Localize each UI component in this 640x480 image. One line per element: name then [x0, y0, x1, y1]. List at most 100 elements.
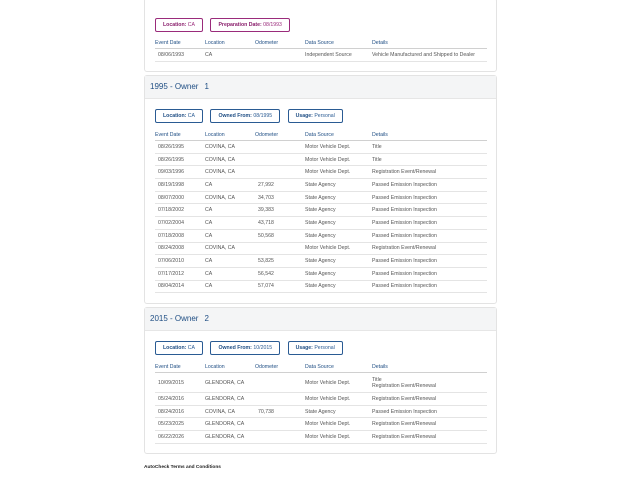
table-row: 08/19/1998 CA 27,992 State Agency Passed Emi… — [155, 178, 487, 192]
col-header-source: Data Source — [305, 129, 372, 141]
col-header-source: Data Source — [305, 361, 372, 373]
event-details: Vehicle Manufactured and Shipped to Deal… — [372, 48, 487, 62]
event-location: GLENDORA, CA — [205, 417, 255, 432]
owner-title: - Owner — [167, 82, 199, 91]
table-row: 08/07/2000 COVINA, CA 34,703 State Agency Pa… — [155, 191, 487, 205]
col-header-date: Event Date — [155, 37, 205, 49]
col-header-location: Location — [205, 37, 255, 49]
table-row: 10/09/2015 GLENDORA, CA Motor Vehicle Dept… — [155, 372, 487, 393]
event-detail: Passed Emission Inspection — [372, 219, 437, 226]
event-location: CA — [205, 229, 255, 243]
event-detail: Registration Event/Renewal — [372, 169, 437, 176]
owner-header: 1995 - Owner 1 — [145, 76, 496, 99]
col-header-odometer: Odometer — [255, 129, 305, 141]
event-date: 08/24/2016 — [155, 405, 205, 419]
event-detail: Passed Emission Inspection — [372, 232, 437, 239]
event-detail: Registration Event/Renewal — [372, 382, 437, 389]
event-details: Title Registration Event/Renewal — [372, 372, 487, 393]
event-detail: Registration Event/Renewal — [372, 395, 437, 402]
event-location: GLENDORA, CA — [205, 372, 255, 393]
event-date: 07/06/2010 — [155, 254, 205, 268]
event-detail: Vehicle Manufactured and Shipped to Deal… — [372, 51, 475, 58]
col-header-date: Event Date — [155, 361, 205, 373]
table-row: 08/26/1995 COVINA, CA Motor Vehicle Dept. T… — [155, 153, 487, 167]
event-location: COVINA, CA — [205, 165, 255, 180]
event-odometer: 56,542 — [255, 267, 305, 281]
col-header-details: Details — [372, 361, 487, 373]
event-details: Passed Emission Inspection — [372, 203, 487, 218]
event-detail: Passed Emission Inspection — [372, 408, 437, 415]
owner-header: 2015 - Owner 2 — [145, 308, 496, 331]
events-table: Event Date Location Odometer Data Source Det… — [155, 129, 487, 294]
event-date: 06/22/2026 — [155, 430, 205, 444]
table-row: 07/06/2010 CA 53,825 State Agency Passed Emi… — [155, 254, 487, 268]
event-details: Passed Emission Inspection — [372, 254, 487, 268]
event-source: Motor Vehicle Dept. — [305, 392, 372, 406]
owned-from-badge: Owned From: 10/2015 — [210, 341, 281, 355]
event-odometer: 39,383 — [255, 203, 305, 218]
event-odometer — [255, 392, 305, 406]
table-row: 07/02/2004 CA 43,718 State Agency Passed Emi… — [155, 216, 487, 230]
event-source: Motor Vehicle Dept. — [305, 430, 372, 444]
event-date: 09/03/1996 — [155, 165, 205, 180]
event-odometer — [255, 242, 305, 256]
event-date: 10/09/2015 — [155, 372, 205, 393]
event-source: Independent Source — [305, 48, 372, 62]
event-odometer — [255, 372, 305, 393]
owner-year: 1995 — [150, 82, 168, 91]
event-odometer: 57,074 — [255, 280, 305, 294]
event-odometer: 70,738 — [255, 405, 305, 419]
event-location: COVINA, CA — [205, 242, 255, 256]
event-detail: Passed Emission Inspection — [372, 283, 437, 290]
history-card-manufacture: Location: CA Preparation Date: 08/1993 E… — [144, 0, 497, 72]
events-table: Event Date Location Odometer Data Source Det… — [155, 37, 487, 62]
event-location: COVINA, CA — [205, 153, 255, 167]
owner-number: 1 — [204, 82, 209, 91]
event-source: State Agency — [305, 178, 372, 192]
event-details: Passed Emission Inspection — [372, 216, 487, 230]
usage-badge: Usage: Personal — [287, 109, 343, 123]
event-details: Passed Emission Inspection — [372, 191, 487, 205]
terms-link[interactable]: AutoCheck Terms and Conditions — [144, 465, 221, 470]
event-detail: Passed Emission Inspection — [372, 194, 437, 201]
event-detail: Registration Event/Renewal — [372, 421, 437, 428]
event-date: 07/17/2012 — [155, 267, 205, 281]
event-location: CA — [205, 203, 255, 218]
event-location: CA — [205, 254, 255, 268]
event-detail: Passed Emission Inspection — [372, 207, 437, 214]
event-location: CA — [205, 267, 255, 281]
event-location: CA — [205, 48, 255, 62]
event-source: State Agency — [305, 405, 372, 419]
event-date: 08/24/2008 — [155, 242, 205, 256]
col-header-date: Event Date — [155, 129, 205, 141]
event-details: Registration Event/Renewal — [372, 417, 487, 432]
event-location: CA — [205, 280, 255, 294]
preparation-date-badge: Preparation Date: 08/1993 — [210, 18, 290, 32]
table-row: 07/18/2002 CA 39,383 State Agency Passed Emi… — [155, 203, 487, 218]
event-details: Title — [372, 153, 487, 167]
event-date: 07/18/2002 — [155, 203, 205, 218]
event-location: GLENDORA, CA — [205, 430, 255, 444]
event-source: State Agency — [305, 191, 372, 205]
event-details: Registration Event/Renewal — [372, 430, 487, 444]
location-badge: Location: CA — [155, 341, 204, 355]
owner-number: 2 — [204, 314, 209, 323]
event-source: State Agency — [305, 229, 372, 243]
location-badge: Location: CA — [155, 18, 204, 32]
event-location: COVINA, CA — [205, 405, 255, 419]
event-location: COVINA, CA — [205, 140, 255, 154]
history-card-owner-1: 1995 - Owner 1 Location: CA Owned From: 0… — [144, 75, 497, 304]
event-odometer — [255, 153, 305, 167]
event-date: 05/23/2025 — [155, 417, 205, 432]
event-source: State Agency — [305, 203, 372, 218]
event-detail: Passed Emission Inspection — [372, 258, 437, 265]
event-odometer: 27,992 — [255, 178, 305, 192]
event-detail: Title — [372, 156, 382, 163]
event-source: Motor Vehicle Dept. — [305, 165, 372, 180]
event-odometer — [255, 140, 305, 154]
event-location: CA — [205, 178, 255, 192]
event-detail: Title — [372, 143, 382, 150]
badge-row: Location: CA Preparation Date: 08/1993 — [155, 13, 293, 32]
table-row: 08/24/2016 COVINA, CA 70,738 State Agency Pa… — [155, 405, 487, 419]
table-row: 06/22/2026 GLENDORA, CA Motor Vehicle Dept… — [155, 430, 487, 444]
